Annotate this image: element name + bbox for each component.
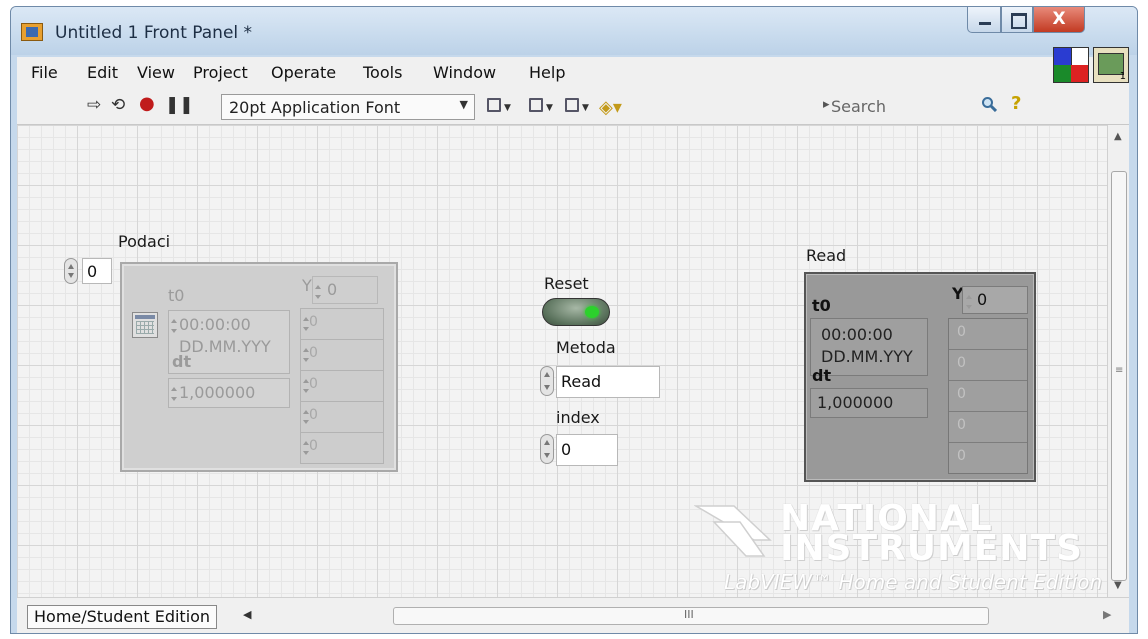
menu-view[interactable]: View bbox=[137, 63, 175, 82]
minimize-button[interactable] bbox=[967, 7, 1001, 33]
array-index-stepper[interactable] bbox=[64, 258, 78, 284]
menu-bar: File Edit View Project Operate Tools Win… bbox=[17, 57, 1129, 87]
edition-label: Home/Student Edition bbox=[27, 605, 218, 629]
podaci-t0-label: t0 bbox=[168, 286, 185, 305]
podaci-y-index[interactable]: 0 bbox=[312, 276, 378, 304]
index-label: index bbox=[556, 408, 600, 427]
podaci-y-element[interactable]: 0 bbox=[301, 309, 383, 340]
help-icon[interactable]: ? bbox=[1011, 93, 1021, 114]
podaci-y-element[interactable]: 0 bbox=[301, 371, 383, 402]
scroll-left-icon[interactable]: ◀ bbox=[243, 608, 251, 621]
podaci-dt-label: dt bbox=[172, 352, 192, 371]
chevron-down-icon: ▼ bbox=[459, 98, 468, 111]
read-y-index-value: 0 bbox=[977, 290, 988, 309]
podaci-y-index-value: 0 bbox=[327, 280, 338, 299]
font-select-value: 20pt Application Font bbox=[229, 98, 401, 117]
podaci-t0-time: 00:00:00 bbox=[179, 315, 251, 334]
metoda-stepper[interactable] bbox=[540, 366, 554, 396]
ni-eagle-logo-icon bbox=[694, 505, 772, 557]
podaci-y-element[interactable]: 0 bbox=[301, 402, 383, 433]
metoda-label: Metoda bbox=[556, 338, 616, 357]
read-label: Read bbox=[806, 246, 847, 265]
podaci-t0-date: DD.MM.YYY bbox=[179, 337, 271, 356]
horizontal-scrollbar[interactable]: ◀ III ▶ bbox=[243, 605, 1121, 627]
reorder-icon[interactable]: ◈▾ bbox=[599, 97, 622, 118]
scroll-grip-icon: ≡ bbox=[1115, 365, 1124, 376]
index-value[interactable]: 0 bbox=[556, 434, 618, 466]
read-t0-date: DD.MM.YYY bbox=[821, 347, 913, 366]
search-placeholder: Search bbox=[831, 97, 886, 116]
menu-window[interactable]: Window bbox=[433, 63, 496, 82]
metoda-value[interactable]: Read bbox=[556, 366, 660, 398]
podaci-dt-value: 1,000000 bbox=[179, 383, 256, 402]
connector-number: 1 bbox=[1119, 71, 1126, 82]
read-waveform-indicator: t0 00:00:00 DD.MM.YYY dt 1,000000 Y 0 0 … bbox=[804, 272, 1036, 482]
reset-label: Reset bbox=[544, 274, 589, 293]
read-t0-time: 00:00:00 bbox=[821, 325, 893, 344]
horizontal-scroll-thumb[interactable]: III bbox=[393, 607, 989, 625]
run-arrow-icon[interactable]: ⇨ bbox=[87, 95, 101, 115]
ni-watermark: NATIONAL INSTRUMENTS LabVIEW™ Home and S… bbox=[694, 498, 1102, 598]
array-index-value[interactable]: 0 bbox=[82, 258, 112, 284]
podaci-y-element[interactable]: 0 bbox=[301, 433, 383, 464]
read-y-element: 0 bbox=[957, 448, 966, 464]
menu-tools[interactable]: Tools bbox=[363, 63, 402, 82]
calendar-icon[interactable] bbox=[132, 312, 158, 338]
distribute-objects-icon[interactable]: ▼ bbox=[527, 98, 559, 114]
status-bar: Home/Student Edition ◀ III ▶ bbox=[17, 597, 1129, 633]
reset-led-icon bbox=[585, 306, 599, 318]
read-t0-label: t0 bbox=[812, 296, 831, 315]
vi-icon[interactable] bbox=[1053, 47, 1089, 83]
resize-objects-icon[interactable]: ▼ bbox=[563, 98, 595, 114]
menu-file[interactable]: File bbox=[31, 63, 58, 82]
read-dt-label: dt bbox=[812, 366, 832, 385]
menu-operate[interactable]: Operate bbox=[271, 63, 336, 82]
pause-icon[interactable]: ❚❚ bbox=[165, 95, 194, 115]
read-dt-field: 1,000000 bbox=[810, 388, 928, 418]
reset-button[interactable] bbox=[542, 298, 610, 326]
search-icon[interactable] bbox=[981, 96, 997, 112]
scroll-down-icon[interactable]: ▼ bbox=[1114, 580, 1122, 591]
vertical-scrollbar[interactable]: ▲ ≡ ▼ bbox=[1107, 125, 1129, 597]
close-button[interactable]: X bbox=[1033, 7, 1085, 33]
run-continuously-icon[interactable]: ⟲ bbox=[111, 95, 125, 115]
vertical-scroll-thumb[interactable] bbox=[1111, 171, 1127, 581]
abort-icon[interactable]: ● bbox=[139, 93, 155, 114]
ni-instruments-text: INSTRUMENTS bbox=[780, 528, 1083, 569]
window-title: Untitled 1 Front Panel * bbox=[55, 23, 253, 43]
font-select[interactable]: 20pt Application Font ▼ bbox=[221, 94, 475, 120]
read-y-element: 0 bbox=[949, 350, 1027, 381]
close-icon: X bbox=[1052, 9, 1066, 29]
menu-help[interactable]: Help bbox=[529, 63, 565, 82]
title-bar[interactable]: Untitled 1 Front Panel * X bbox=[11, 7, 1137, 55]
maximize-button[interactable] bbox=[1001, 7, 1033, 33]
read-y-element: 0 bbox=[949, 381, 1027, 412]
menu-project[interactable]: Project bbox=[193, 63, 248, 82]
scroll-grip: III bbox=[684, 608, 694, 621]
ni-watermark-text: NATIONAL INSTRUMENTS bbox=[780, 501, 1083, 569]
podaci-y-array[interactable]: 0 0 0 0 0 bbox=[300, 308, 384, 464]
read-y-index[interactable]: 0 bbox=[962, 286, 1028, 314]
read-y-array: 0 0 0 0 0 bbox=[948, 318, 1028, 474]
align-objects-icon[interactable]: ▼ bbox=[485, 98, 517, 114]
read-y-element: 0 bbox=[949, 319, 1027, 350]
scroll-right-icon[interactable]: ▶ bbox=[1103, 608, 1111, 621]
podaci-dt-field[interactable]: 1,000000 bbox=[168, 378, 290, 408]
connector-pane-icon[interactable]: 1 bbox=[1093, 47, 1129, 83]
podaci-y-element[interactable]: 0 bbox=[301, 340, 383, 371]
read-y-element: 0 bbox=[949, 412, 1027, 443]
search-input[interactable]: ▸ Search bbox=[817, 94, 1007, 120]
menu-edit[interactable]: Edit bbox=[87, 63, 118, 82]
podaci-label: Podaci bbox=[118, 232, 171, 251]
scroll-up-icon[interactable]: ▲ bbox=[1114, 131, 1122, 142]
podaci-waveform-control[interactable]: t0 00:00:00 DD.MM.YYY dt 1,000000 Y 0 0 … bbox=[120, 262, 398, 472]
labview-app-icon[interactable] bbox=[21, 23, 43, 41]
labview-edition-watermark: LabVIEW™ Home and Student Edition bbox=[724, 570, 1103, 594]
toolbar: ⇨ ⟲ ● ❚❚ 20pt Application Font ▼ ▼ ▼ ▼ ◈… bbox=[17, 87, 1129, 125]
read-dt-value: 1,000000 bbox=[817, 393, 894, 412]
search-caret-icon: ▸ bbox=[823, 97, 830, 112]
index-stepper[interactable] bbox=[540, 434, 554, 464]
podaci-y-label: Y bbox=[302, 276, 312, 295]
